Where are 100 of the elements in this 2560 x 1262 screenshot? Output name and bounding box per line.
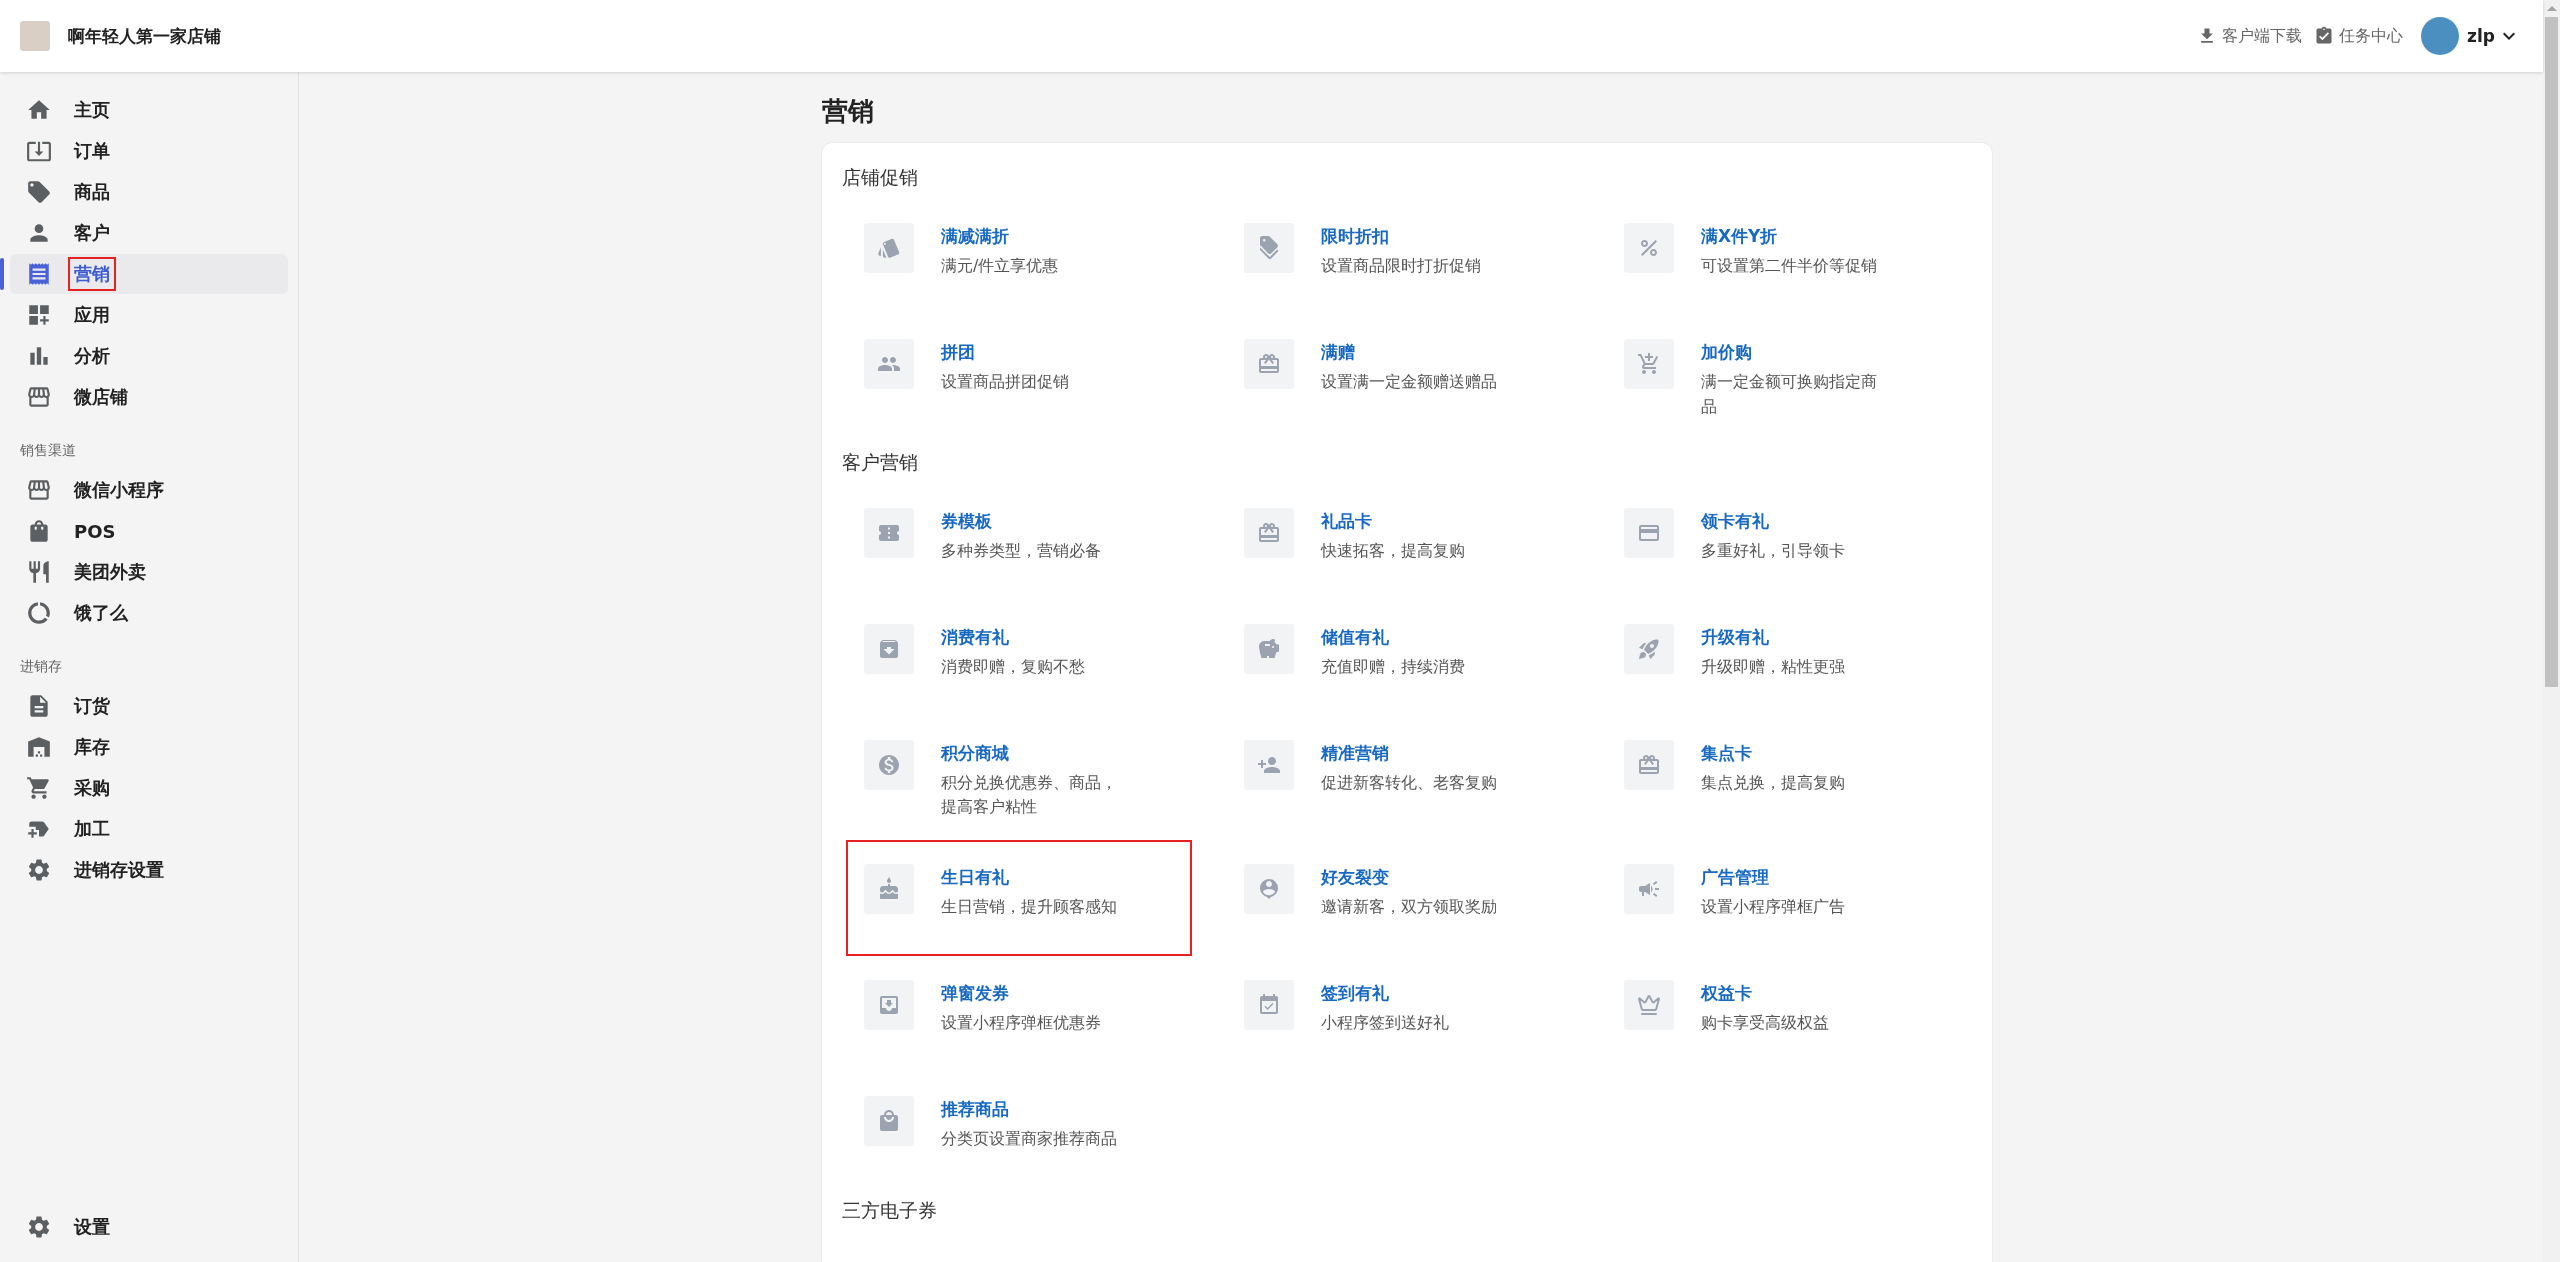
tool-description: 促进新客转化、老客复购 — [1321, 771, 1497, 794]
tool-name: 满赠 — [1321, 341, 1356, 364]
tool-description: 生日营销，提升顾客感知 — [941, 896, 1117, 919]
tool-description: 小程序签到送好礼 — [1321, 1012, 1449, 1035]
tool-item[interactable]: 弹窗发券 设置小程序弹框优惠券 — [846, 956, 1192, 1073]
tool-description: 满元/件立享优惠 — [941, 255, 1059, 277]
tool-item[interactable]: 推荐商品 分类页设置商家推荐商品 — [846, 1072, 1192, 1189]
tool-item[interactable]: 限时折扣 设置商品限时打折促销 — [1226, 199, 1572, 315]
tool-name: 消费有礼 — [941, 625, 1010, 649]
nav-label: 微信小程序 — [72, 478, 165, 502]
nav-label: 加工 — [73, 817, 111, 841]
nav-label: 应用 — [73, 303, 111, 327]
tool-item[interactable]: 积分商城 积分兑换优惠券、商品，提高客户粘性 — [846, 715, 1192, 841]
tool-item[interactable]: 领卡有礼 多重好礼，引导领卡 — [1606, 483, 1952, 600]
tool-description: 满一定金额可换购指定商品 — [1701, 371, 1878, 418]
discount-tag-icon — [1257, 236, 1281, 260]
nav-label: 分析 — [73, 344, 111, 368]
section-title: 三方电子券 — [842, 1198, 938, 1224]
tool-description: 设置小程序弹框优惠券 — [941, 1012, 1101, 1035]
page-title: 营销 — [822, 95, 875, 128]
tool-description: 多种券类型，营销必备 — [941, 539, 1101, 562]
tool-item[interactable]: 广告管理 设置小程序弹框广告 — [1606, 840, 1952, 957]
coin-icon — [877, 752, 901, 777]
tool-item[interactable]: 加价购 满一定金额可换购指定商品 — [1606, 315, 1952, 440]
nav-label: 设置 — [72, 1215, 111, 1239]
settings-icon — [26, 1214, 52, 1240]
tool-name: 满减满折 — [941, 225, 1010, 248]
tool-description: 设置小程序弹框广告 — [1701, 896, 1845, 919]
tool-description: 设置满一定金额赠送赠品 — [1321, 371, 1497, 393]
nav-label: 美团外卖 — [73, 560, 147, 584]
tool-item[interactable]: 升级有礼 升级即赠，粘性更强 — [1606, 599, 1952, 716]
crown-icon — [1637, 993, 1661, 1018]
cart-icon — [26, 775, 52, 801]
tool-description: 升级即赠，粘性更强 — [1701, 655, 1845, 678]
tool-item[interactable]: 券模板 多种券类型，营销必备 — [846, 483, 1192, 600]
nav-label: 库存 — [73, 735, 111, 759]
tool-item[interactable]: 拼团 设置商品拼团促销 — [846, 315, 1192, 440]
gift-card-icon — [1257, 520, 1281, 545]
storefront-icon — [26, 477, 52, 503]
tool-name: 签到有礼 — [1321, 982, 1390, 1006]
nav-label: 进销存设置 — [73, 858, 165, 882]
tool-name: 弹窗发券 — [941, 982, 1010, 1006]
tool-name: 储值有礼 — [1321, 625, 1390, 649]
scroll-thumb[interactable] — [2545, 17, 2558, 687]
tool-name: 限时折扣 — [1321, 225, 1390, 248]
tool-name: 生日有礼 — [941, 866, 1010, 890]
section-title: 客户营销 — [842, 449, 919, 475]
tool-description: 设置商品拼团促销 — [941, 371, 1069, 393]
store-name: 啊年轻人第一家店铺 — [68, 24, 221, 48]
scroll-up-icon[interactable] — [2546, 6, 2557, 11]
tool-description: 可设置第二件半价等促销 — [1701, 255, 1877, 277]
tool-item[interactable]: 签到有礼 小程序签到送好礼 — [1226, 956, 1572, 1073]
nav-label: 订货 — [72, 694, 111, 718]
tool-description: 分类页设置商家推荐商品 — [941, 1128, 1117, 1151]
restaurant-icon — [26, 559, 52, 585]
tool-name: 礼品卡 — [1321, 509, 1373, 533]
clipboard-check-icon — [2314, 26, 2335, 46]
tool-name: 精准营销 — [1321, 741, 1390, 765]
tool-name: 权益卡 — [1701, 982, 1753, 1006]
tool-name: 广告管理 — [1701, 866, 1770, 890]
tool-item[interactable]: 满X件Y折 可设置第二件半价等促销 — [1606, 199, 1952, 315]
warehouse-icon — [26, 734, 52, 760]
group-heading: 进销存 — [19, 658, 63, 676]
tool-item[interactable]: 集点卡 集点兑换，提高复购 — [1606, 715, 1952, 841]
tool-item[interactable]: 好友裂变 邀请新客，双方领取奖励 — [1226, 840, 1572, 957]
tool-item[interactable]: 权益卡 购卡享受高级权益 — [1606, 956, 1952, 1073]
storefront-icon — [26, 384, 52, 410]
nav-label: 客户 — [73, 221, 111, 245]
tool-description: 积分兑换优惠券、商品，提高客户粘性 — [941, 771, 1118, 819]
tool-name: 集点卡 — [1701, 741, 1753, 765]
nav-label: 主页 — [73, 98, 111, 122]
cake-icon — [877, 877, 901, 902]
tag-icon — [26, 179, 52, 205]
tool-description: 充值即赠，持续消费 — [1321, 655, 1465, 678]
tool-item[interactable]: 生日有礼 生日营销，提升顾客感知 — [846, 840, 1192, 957]
user-menu[interactable]: zlp — [2467, 24, 2521, 48]
tool-description: 集点兑换，提高复购 — [1701, 771, 1845, 794]
header-link[interactable]: 任务中心 — [2314, 25, 2404, 47]
gift-icon — [1257, 352, 1281, 376]
tool-name: 券模板 — [941, 509, 993, 533]
tool-item[interactable]: 精准营销 促进新客转化、老客复购 — [1226, 715, 1572, 841]
tool-item[interactable]: 消费有礼 消费即赠，复购不愁 — [846, 599, 1192, 716]
tool-name: 满X件Y折 — [1701, 225, 1779, 248]
nav-label: 营销 — [68, 257, 116, 291]
nav-label: 采购 — [73, 776, 111, 800]
nav-label: 订单 — [72, 139, 111, 163]
tool-name: 推荐商品 — [941, 1098, 1010, 1122]
avatar[interactable] — [2421, 17, 2460, 55]
group-heading: 销售渠道 — [19, 442, 77, 460]
tool-item[interactable]: 满减满折 满元/件立享优惠 — [846, 199, 1192, 315]
tool-name: 领卡有礼 — [1701, 509, 1770, 533]
tool-name: 积分商城 — [941, 741, 1010, 765]
header-link[interactable]: 客户端下载 — [2197, 25, 2303, 47]
tool-item[interactable]: 储值有礼 充值即赠，持续消费 — [1226, 599, 1572, 716]
tool-name: 升级有礼 — [1701, 625, 1770, 649]
tool-description: 消费即赠，复购不愁 — [941, 655, 1085, 678]
tool-item[interactable]: 满赠 设置满一定金额赠送赠品 — [1226, 315, 1572, 440]
tool-item[interactable]: 礼品卡 快速拓客，提高复购 — [1226, 483, 1572, 600]
tool-description: 快速拓客，提高复购 — [1321, 539, 1465, 562]
photo-placeholder — [20, 21, 50, 51]
